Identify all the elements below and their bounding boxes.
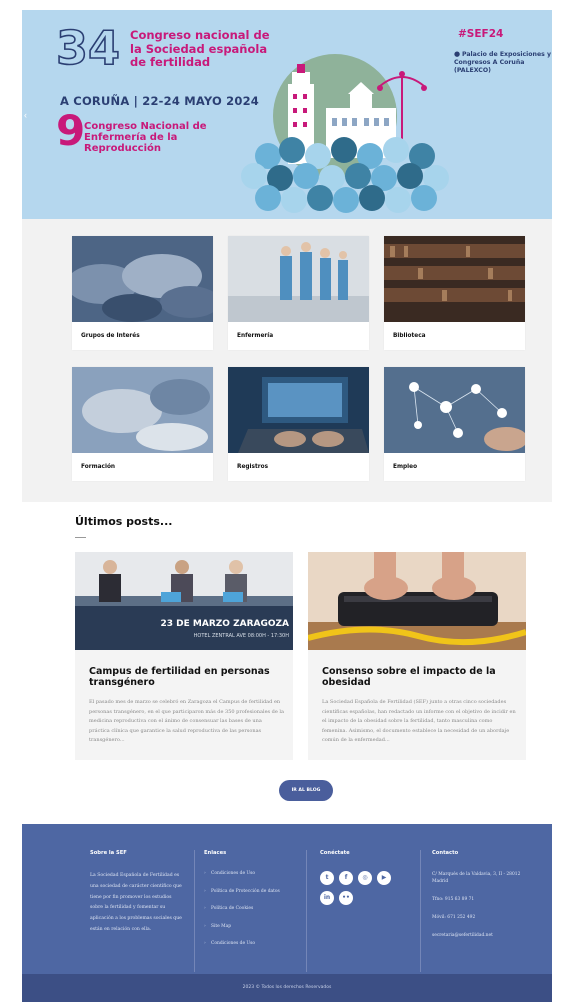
copyright-bar: 2023 © Todos los derechos Reservados bbox=[22, 974, 552, 1002]
post-excerpt: La Sociedad Española de Fertilidad (SEF)… bbox=[322, 699, 516, 743]
location-dates: A CORUÑA | 22-24 MAYO 2024 bbox=[60, 94, 259, 108]
congress-number-34: 34 bbox=[56, 24, 121, 70]
card-grupos-de-interes[interactable]: Grupos de Interés bbox=[72, 236, 213, 350]
card-label: Enfermería bbox=[237, 333, 274, 339]
card-image-meeting bbox=[72, 367, 213, 453]
card-registros[interactable]: Registros bbox=[228, 367, 369, 481]
svg-text:HOTEL ZENTRAL AVE 08:00H - 1: HOTEL ZENTRAL AVE 08:00H - 17:30H bbox=[194, 633, 290, 639]
card-empleo[interactable]: Empleo bbox=[384, 367, 525, 481]
facebook-icon[interactable]: f bbox=[339, 871, 353, 885]
post-excerpt: El pasado mes de marzo se celebró en Zar… bbox=[89, 699, 284, 743]
post-card-obesidad[interactable]: Consenso sobre el impacto de la obesidad… bbox=[308, 552, 526, 760]
footer-heading: Sobre la SEF bbox=[90, 850, 127, 856]
footer-divider bbox=[306, 850, 307, 972]
svg-text:34: 34 bbox=[56, 24, 120, 70]
linkedin-icon[interactable]: in bbox=[320, 891, 334, 905]
posts-section-title: Últimos posts... bbox=[75, 515, 173, 528]
venue-text: Palacio de Exposiciones y Congresos A Co… bbox=[454, 51, 552, 74]
post-title[interactable]: Campus de fertilidad en personas transgé… bbox=[89, 666, 284, 688]
footer-heading: Enlaces bbox=[204, 850, 227, 856]
card-image-library bbox=[384, 236, 525, 322]
footer: Sobre la SEF La Sociedad Española de Fer… bbox=[22, 824, 552, 974]
card-label: Registros bbox=[237, 464, 269, 470]
chevron-right-icon: › bbox=[204, 923, 206, 929]
contact-address: C/ Marqués de la Valdavia, 3, II - 28012… bbox=[432, 872, 521, 884]
title-underline bbox=[75, 537, 86, 538]
card-biblioteca[interactable]: Biblioteca bbox=[384, 236, 525, 350]
flickr-icon[interactable]: •• bbox=[339, 891, 353, 905]
instagram-icon[interactable]: ◎ bbox=[358, 871, 372, 885]
contact-phone[interactable]: Tfno: 915 63 89 71 bbox=[432, 896, 527, 903]
contact-mobile[interactable]: Móvil: 671 252 492 bbox=[432, 914, 527, 921]
post-card-campus[interactable]: 23 DE MARZO ZARAGOZA HOTEL ZENTRAL AVE 0… bbox=[75, 552, 293, 760]
card-image-laptop bbox=[228, 367, 369, 453]
card-enfermeria[interactable]: Enfermería bbox=[228, 236, 369, 350]
twitter-icon[interactable]: t bbox=[320, 871, 334, 885]
venue: ● Palacio de Exposiciones y Congresos A C… bbox=[454, 50, 552, 75]
card-label: Formación bbox=[81, 464, 116, 470]
youtube-icon[interactable]: ▶ bbox=[377, 871, 391, 885]
chevron-right-icon: › bbox=[204, 888, 206, 894]
footer-contact: Contacto C/ Marqués de la Valdavia, 3, I… bbox=[432, 850, 527, 950]
footer-link[interactable]: › Política de Protección de datos bbox=[204, 889, 280, 907]
footer-divider bbox=[420, 850, 421, 972]
page: 34 Congreso nacional de la Sociedad espa… bbox=[22, 10, 552, 1002]
card-image-network bbox=[384, 367, 525, 453]
footer-heading: Conéctate bbox=[320, 850, 350, 856]
footer-link[interactable]: › Política de Cookies bbox=[204, 906, 280, 924]
nursing-congress-title: Congreso Nacional de Enfermería de la Re… bbox=[84, 121, 207, 154]
go-to-blog-button[interactable]: IR AL BLOG bbox=[279, 780, 333, 801]
footer-social: Conéctate t f ◎ ▶ in •• bbox=[320, 850, 410, 911]
about-text: La Sociedad Española de Fertilidad es un… bbox=[90, 873, 182, 932]
carousel-prev-arrow[interactable]: ‹ bbox=[24, 110, 27, 120]
chevron-right-icon: › bbox=[204, 941, 206, 946]
nursing-congress-number: 9 bbox=[56, 106, 86, 155]
card-label: Empleo bbox=[393, 464, 418, 470]
footer-heading: Contacto bbox=[432, 850, 459, 856]
chevron-right-icon: › bbox=[204, 871, 206, 876]
post-image-scale bbox=[308, 552, 526, 650]
card-label: Biblioteca bbox=[393, 333, 426, 339]
category-grid: Grupos de Interés Enfermería Biblioteca … bbox=[22, 219, 552, 502]
footer-divider bbox=[194, 850, 195, 972]
hero-banner[interactable]: 34 Congreso nacional de la Sociedad espa… bbox=[22, 10, 552, 219]
footer-links: Enlaces › Condiciones de Uso › Política de… bbox=[204, 850, 280, 959]
city-illustration bbox=[241, 54, 449, 213]
footer-about: Sobre la SEF La Sociedad Española de Fer… bbox=[90, 850, 182, 936]
location-pin-icon: ● bbox=[454, 50, 461, 58]
chevron-right-icon: › bbox=[204, 906, 206, 911]
hashtag: #SEF24 bbox=[458, 28, 504, 40]
footer-link[interactable]: › Condiciones de Uso bbox=[204, 941, 280, 959]
footer-link[interactable]: › Site Map bbox=[204, 924, 280, 942]
card-label: Grupos de Interés bbox=[81, 333, 140, 339]
post-image-campus: 23 DE MARZO ZARAGOZA HOTEL ZENTRAL AVE 0… bbox=[75, 552, 293, 650]
card-formacion[interactable]: Formación bbox=[72, 367, 213, 481]
card-image-nurses bbox=[228, 236, 369, 322]
footer-link[interactable]: › Condiciones de Uso bbox=[204, 871, 280, 889]
post-title[interactable]: Consenso sobre el impacto de la obesidad bbox=[322, 666, 517, 688]
svg-text:23 DE MARZO ZARAGOZA: 23 DE MARZO ZARAGOZA bbox=[161, 619, 290, 629]
contact-email[interactable]: secretaria@sefertilidad.net bbox=[432, 932, 527, 939]
card-image-hands bbox=[72, 236, 213, 322]
